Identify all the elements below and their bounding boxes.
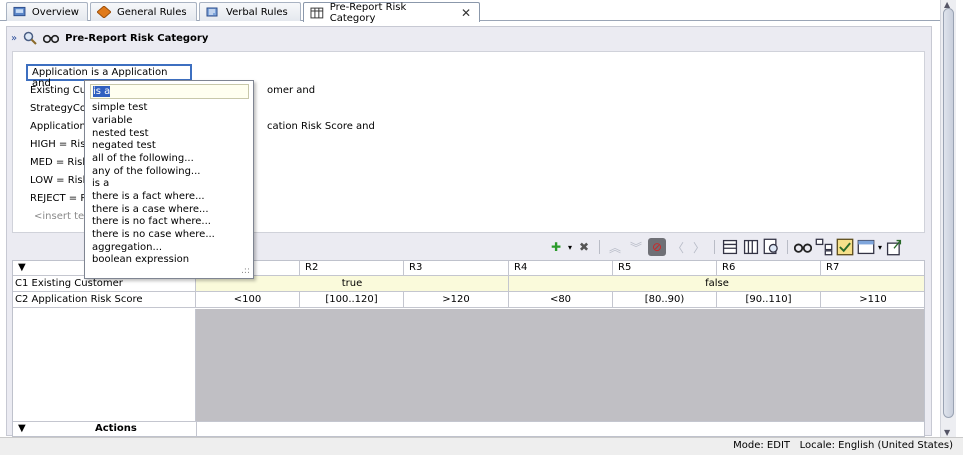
insert-row-icon[interactable] [721, 238, 739, 256]
table-search-icon[interactable] [763, 238, 781, 256]
decision-table-icon [310, 7, 324, 18]
condition-cell[interactable]: [100..120] [300, 292, 404, 308]
previous-icon[interactable]: 〈 [669, 238, 687, 256]
rule-line-tail[interactable]: omer and [267, 85, 315, 96]
column-header[interactable]: R5 [613, 261, 717, 276]
toolbar-separator [714, 240, 716, 254]
gap-check-icon[interactable] [836, 238, 854, 256]
layout-icon[interactable] [857, 238, 875, 256]
status-bar: Mode: EDIT Locale: English (United State… [0, 437, 963, 455]
condition-cell[interactable]: <80 [509, 292, 613, 308]
tab-general-rules[interactable]: General Rules [90, 2, 197, 21]
dropdown-input[interactable]: is a [90, 84, 249, 99]
rule-line[interactable]: StrategyCo [30, 103, 86, 114]
rule-line-selected[interactable]: Application is a Application and [26, 64, 192, 89]
decision-table-grid: ▼ R2 R3 R4 R5 R6 R7 C1 Existing Customer… [12, 260, 925, 437]
resize-grip-icon[interactable]: .:: [241, 266, 250, 276]
condition-cell[interactable]: [90..110] [717, 292, 821, 308]
binoculars-icon[interactable] [794, 238, 813, 256]
dropdown-item[interactable]: there is no case where... [92, 228, 215, 241]
dropdown-input-value: is a [93, 86, 111, 97]
tab-overview[interactable]: Overview [6, 2, 88, 21]
actions-label: Actions [95, 423, 137, 434]
condition-cell[interactable]: false [509, 276, 924, 292]
scrollbar-thumb[interactable] [943, 8, 954, 418]
zoom-icon[interactable] [23, 31, 37, 45]
dropdown-item[interactable]: negated test [92, 139, 156, 152]
dropdown-item[interactable]: variable [92, 114, 132, 127]
close-tab-icon[interactable]: ✕ [461, 6, 471, 20]
condition-label[interactable]: C2 Application Risk Score [13, 292, 196, 308]
verbal-rules-icon [206, 7, 218, 17]
tree-icon[interactable] [815, 238, 833, 256]
rule-line-tail[interactable]: cation Risk Score and [267, 121, 375, 132]
status-mode: Mode: EDIT [733, 440, 791, 451]
rule-line[interactable]: MED = Risk [30, 157, 88, 168]
dropdown-arrow-icon[interactable]: ▾ [878, 243, 882, 252]
status-locale: Locale: English (United States) [799, 440, 953, 451]
actions-row[interactable]: ▼ Actions [13, 421, 924, 436]
export-icon[interactable] [885, 238, 903, 256]
empty-grid-area [196, 309, 924, 421]
column-header[interactable]: R4 [509, 261, 613, 276]
panel-title: Pre-Report Risk Category [65, 32, 209, 44]
menu-arrow-icon[interactable]: ▼ [18, 262, 26, 273]
dropdown-item[interactable]: there is no fact where... [92, 215, 211, 228]
insert-column-icon[interactable] [742, 238, 760, 256]
stop-icon[interactable]: ⊘ [648, 238, 667, 256]
toolbar-separator [787, 240, 789, 254]
tab-label: Pre-Report Risk Category [329, 1, 407, 24]
vertical-scrollbar[interactable]: ▲ ▼ [940, 0, 956, 437]
condition-cell[interactable]: [80..90) [613, 292, 717, 308]
move-down-icon[interactable]: ︾ [627, 238, 645, 256]
column-header[interactable]: R2 [300, 261, 404, 276]
dropdown-arrow-icon[interactable]: ▾ [568, 243, 572, 252]
tab-label: Overview [31, 6, 79, 18]
diamond-icon [97, 6, 111, 18]
dropdown-item[interactable]: there is a fact where... [92, 190, 205, 203]
column-header[interactable]: R6 [717, 261, 821, 276]
tab-label: General Rules [117, 6, 187, 18]
test-type-dropdown[interactable]: is a simple test variable nested test ne… [84, 80, 254, 279]
dropdown-item[interactable]: boolean expression [92, 253, 189, 266]
collapse-icon[interactable]: » [11, 33, 17, 44]
move-up-icon[interactable]: ︽ [606, 238, 624, 256]
panel-header: » Pre-Report Risk Category [7, 27, 931, 49]
table-toolbar: ✚ ▾ ✖ ︽ ︾ ⊘ 〈 〉 ▾ [547, 237, 903, 257]
condition-cell[interactable]: >120 [404, 292, 509, 308]
actions-arrow-icon[interactable]: ▼ [18, 423, 26, 434]
dropdown-item[interactable]: all of the following... [92, 152, 194, 165]
rule-line[interactable]: Existing Cu [30, 85, 86, 96]
dropdown-item[interactable]: simple test [92, 101, 147, 114]
condition-cell[interactable]: >110 [821, 292, 924, 308]
rule-line[interactable]: REJECT = Ri [30, 193, 90, 204]
overview-icon [13, 6, 26, 17]
tab-verbal-rules[interactable]: Verbal Rules [199, 2, 301, 21]
toolbar-separator [599, 240, 601, 254]
scroll-down-icon[interactable]: ▼ [944, 428, 950, 437]
editor-tab-bar: Overview General Rules Verbal Rules Pre-… [0, 0, 940, 24]
rule-line[interactable]: LOW = Risk [30, 175, 88, 186]
next-icon[interactable]: 〉 [690, 238, 708, 256]
add-icon[interactable]: ✚ [547, 238, 565, 256]
empty-label-area [13, 309, 196, 421]
rule-line[interactable]: HIGH = Risk [30, 139, 91, 150]
dropdown-item[interactable]: is a [92, 177, 109, 190]
delete-icon[interactable]: ✖ [575, 238, 593, 256]
condition-cell[interactable]: <100 [196, 292, 300, 308]
status-text: Mode: EDIT Locale: English (United State… [733, 440, 953, 451]
tab-pre-report-risk-category[interactable]: Pre-Report Risk Category ✕ [303, 1, 480, 24]
column-header[interactable]: R7 [821, 261, 924, 276]
tab-label: Verbal Rules [226, 6, 288, 18]
column-header[interactable]: R3 [404, 261, 509, 276]
rule-line[interactable]: Application [30, 121, 86, 132]
binoculars-icon[interactable] [43, 32, 60, 44]
